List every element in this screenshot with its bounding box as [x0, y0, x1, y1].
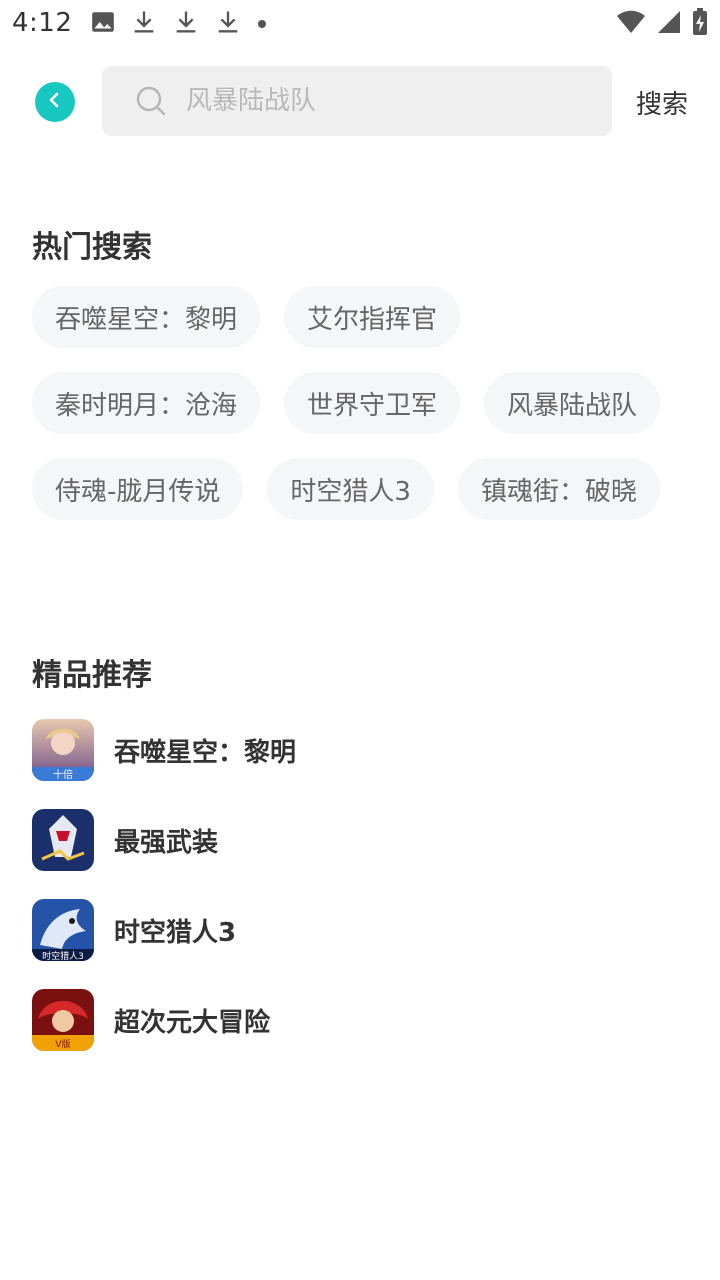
- hot-search-tag[interactable]: 吞噬星空：黎明: [32, 286, 261, 348]
- hot-search-tags: 吞噬星空：黎明 艾尔指挥官 秦时明月：沧海 世界守卫军 风暴陆战队侍魂-胧月传说 时空猎人…: [32, 286, 692, 520]
- recommend-item[interactable]: 时空猎人3 时空猎人3: [32, 898, 688, 962]
- recommend-item[interactable]: 最强武装: [32, 808, 688, 872]
- svg-text:十倍: 十倍: [53, 768, 73, 781]
- search-button[interactable]: 搜索: [636, 84, 688, 121]
- svg-text:时空猎人3: 时空猎人3: [42, 950, 84, 961]
- image-icon: [90, 9, 116, 39]
- download-icon: [172, 8, 200, 40]
- battery-icon: [692, 8, 708, 40]
- recommend-list: 十倍 吞噬星空：黎明 最强武装时空猎人3 时空猎人3 V版 超次元大冒险: [32, 718, 688, 1078]
- notification-dot-icon: [256, 15, 268, 34]
- game-icon-chaociyuan: V版: [32, 989, 94, 1051]
- status-time: 4:12: [12, 8, 73, 38]
- download-icon: [214, 8, 242, 40]
- recommend-item-name: 最强武装: [114, 827, 219, 858]
- game-icon-zuiqiang: [32, 809, 94, 871]
- hot-search-tag[interactable]: 镇魂街：破晓: [457, 458, 660, 520]
- recommend-item-name: 时空猎人3: [114, 917, 237, 948]
- hot-search-tag[interactable]: 侍魂-胧月传说: [32, 458, 244, 520]
- search-icon: [134, 84, 168, 118]
- svg-text:V版: V版: [55, 1038, 70, 1050]
- hot-search-tag[interactable]: 时空猎人3: [267, 458, 434, 520]
- recommend-item-name: 吞噬星空：黎明: [114, 737, 297, 768]
- back-button[interactable]: [35, 82, 75, 122]
- hot-search-tag[interactable]: 世界守卫军: [284, 372, 461, 434]
- hot-search-tag[interactable]: 秦时明月：沧海: [32, 372, 261, 434]
- game-icon-tunshi: 十倍: [32, 719, 94, 781]
- chevron-left-icon: [46, 91, 64, 113]
- game-icon-shikong: 时空猎人3: [32, 899, 94, 961]
- recommend-item-name: 超次元大冒险: [114, 1007, 271, 1038]
- search-header: 搜索: [0, 66, 720, 136]
- recommend-item[interactable]: V版 超次元大冒险: [32, 988, 688, 1052]
- recommend-title: 精品推荐: [32, 658, 152, 693]
- hot-search-title: 热门搜索: [32, 230, 152, 265]
- hot-search-tag[interactable]: 风暴陆战队: [484, 372, 661, 434]
- signal-icon: [656, 9, 682, 39]
- status-bar: 4:12: [0, 0, 720, 48]
- hot-search-tag[interactable]: 艾尔指挥官: [284, 286, 461, 348]
- download-icon: [130, 8, 158, 40]
- search-box[interactable]: [102, 66, 612, 136]
- search-input[interactable]: [184, 85, 588, 117]
- wifi-icon: [616, 9, 646, 39]
- recommend-item[interactable]: 十倍 吞噬星空：黎明: [32, 718, 688, 782]
